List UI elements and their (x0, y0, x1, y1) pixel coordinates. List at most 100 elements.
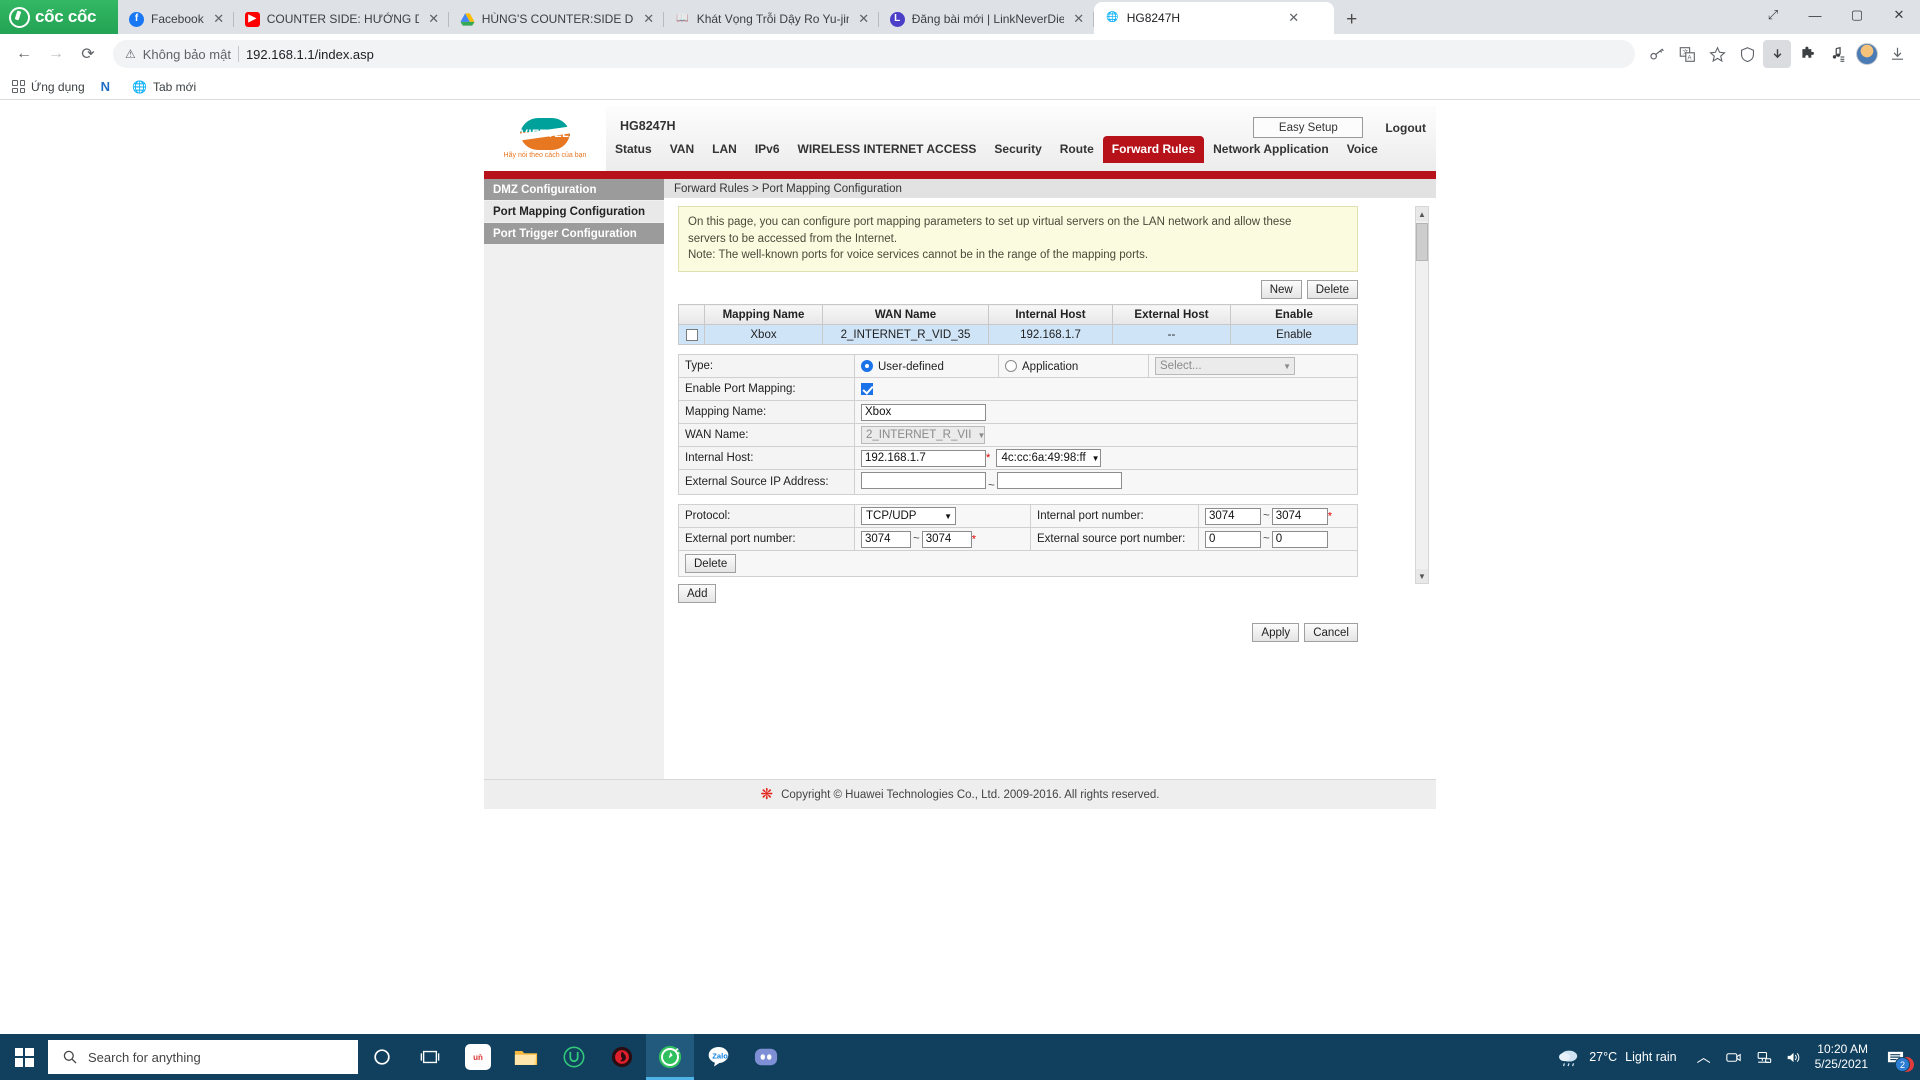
sidebar-item-port-trigger-configuration[interactable]: Port Trigger Configuration (484, 223, 664, 244)
camera-icon[interactable] (1719, 1034, 1749, 1080)
sidebar-item-port-mapping-configuration[interactable]: Port Mapping Configuration (484, 201, 664, 222)
music-playlist-icon[interactable] (1823, 40, 1851, 68)
taskbar-search-box[interactable]: Search for anything (48, 1040, 358, 1074)
type-application-option[interactable]: Application (998, 354, 1149, 379)
delete-rule-button[interactable]: Delete (685, 554, 737, 574)
network-icon[interactable] (1749, 1034, 1779, 1080)
nav-item-wireless-internet-access[interactable]: WIRELESS INTERNET ACCESS (789, 136, 986, 163)
apply-button[interactable]: Apply (1252, 623, 1300, 643)
application-select[interactable]: Select... ▼ (1155, 357, 1295, 376)
protocol-cell[interactable]: TCP/UDP ▼ (854, 504, 1031, 529)
external-port-to-input[interactable]: 3074 (921, 530, 972, 548)
file-explorer-icon[interactable] (502, 1034, 550, 1080)
tab-close-icon[interactable]: ✕ (426, 11, 442, 27)
application-select-cell[interactable]: Select... ▼ (1148, 354, 1358, 379)
bookmark-n[interactable]: N (101, 79, 116, 94)
table-row[interactable]: Xbox 2_INTERNET_R_VID_35 192.168.1.7 -- … (678, 324, 1358, 346)
weather-widget[interactable]: 27°C Light rain (1557, 1047, 1688, 1067)
mapping-name-input[interactable]: Xbox (861, 403, 986, 421)
taskbar-clock[interactable]: 10:20 AM 5/25/2021 (1809, 1042, 1878, 1073)
browser-tab-drive[interactable]: HÙNG'S COUNTER:SIDE DOC ✕ (449, 4, 664, 34)
row-checkbox[interactable] (685, 328, 698, 341)
add-button[interactable]: Add (678, 584, 717, 604)
row-checkbox-cell[interactable] (678, 324, 705, 346)
nav-item-forward-rules[interactable]: Forward Rules (1102, 136, 1205, 163)
zalo-icon[interactable]: Zalo (694, 1034, 742, 1080)
browser-tab-youtube[interactable]: ▶ COUNTER SIDE: HƯỚNG DẪ ✕ (234, 4, 449, 34)
bookmark-star-icon[interactable] (1703, 40, 1731, 68)
translate-icon[interactable]: 文A (1673, 40, 1701, 68)
nav-item-ipv6[interactable]: IPv6 (746, 136, 789, 163)
scrollbar-thumb[interactable] (1416, 223, 1428, 261)
new-tab-button[interactable]: + (1338, 6, 1366, 34)
external-port-cell[interactable]: 3074 ~3074 * (854, 527, 1031, 552)
cancel-button[interactable]: Cancel (1304, 623, 1358, 643)
volume-icon[interactable] (1779, 1034, 1809, 1080)
external-source-port-from-input[interactable]: 0 (1205, 530, 1261, 548)
external-source-port-cell[interactable]: 0 ~0 (1198, 527, 1358, 552)
back-icon[interactable]: ← (9, 39, 39, 69)
maximize-button[interactable]: ▢ (1836, 0, 1878, 30)
tab-close-icon[interactable]: ✕ (211, 11, 227, 27)
browser-tab-book[interactable]: 📖 Khát Vọng Trỗi Dậy Ro Yu-jin ✕ (664, 4, 879, 34)
close-window-button[interactable]: ✕ (1878, 0, 1920, 30)
tab-close-icon[interactable]: ✕ (856, 11, 872, 27)
profile-avatar-icon[interactable] (1853, 40, 1881, 68)
red-app-icon[interactable] (598, 1034, 646, 1080)
internal-port-to-input[interactable]: 3074 (1271, 507, 1328, 525)
scroll-up-arrow-icon[interactable]: ▲ (1416, 207, 1428, 221)
wan-name-select[interactable]: 2_INTERNET_R_VII ▼ (861, 426, 985, 445)
coccoc-brand-logo[interactable]: cốc cốc (0, 0, 118, 34)
protocol-select[interactable]: TCP/UDP ▼ (861, 507, 956, 526)
password-key-icon[interactable] (1643, 40, 1671, 68)
extensions-puzzle-icon[interactable] (1793, 40, 1821, 68)
utorrent-icon[interactable] (550, 1034, 598, 1080)
delete-button[interactable]: Delete (1306, 280, 1358, 300)
reload-icon[interactable]: ⟳ (73, 39, 103, 69)
cortana-icon[interactable] (358, 1034, 406, 1080)
scroll-down-arrow-icon[interactable]: ▼ (1416, 569, 1428, 583)
browser-tab-linkneverdie[interactable]: L Đăng bài mới | LinkNeverDie ✕ (879, 4, 1094, 34)
restore-down-icon[interactable]: ⤢ (1752, 0, 1794, 30)
enable-port-mapping-checkbox[interactable] (861, 383, 873, 395)
external-source-ip-to-input[interactable] (996, 472, 1122, 490)
internal-host-cell[interactable]: 192.168.1.7 * 4c:cc:6a:49:98:ff ▼ (854, 446, 1358, 471)
unikey-icon[interactable]: uǹ (454, 1034, 502, 1080)
discord-icon[interactable]: 1 (742, 1034, 1914, 1080)
forward-icon[interactable]: → (41, 39, 71, 69)
download-arrow-icon[interactable] (1763, 40, 1791, 68)
external-source-port-to-input[interactable]: 0 (1271, 530, 1328, 548)
tab-close-icon[interactable]: ✕ (641, 11, 657, 27)
browser-tab-facebook[interactable]: f Facebook ✕ (118, 4, 234, 34)
address-bar[interactable]: ⚠ Không bảo mật 192.168.1.1/index.asp (113, 40, 1635, 68)
external-source-ip-from-input[interactable] (861, 472, 986, 490)
external-port-from-input[interactable]: 3074 (861, 530, 911, 548)
wan-name-cell[interactable]: 2_INTERNET_R_VII ▼ (854, 423, 1358, 448)
enable-port-mapping-cell[interactable] (854, 377, 1358, 402)
external-source-ip-cell[interactable]: ~ (854, 469, 1358, 496)
sidebar-item-dmz-configuration[interactable]: DMZ Configuration (484, 179, 664, 200)
bookmark-apps[interactable]: Ứng dụng (12, 80, 85, 94)
save-download-icon[interactable] (1883, 40, 1911, 68)
mac-address-select[interactable]: 4c:cc:6a:49:98:ff ▼ (996, 449, 1102, 468)
nav-item-security[interactable]: Security (985, 136, 1050, 163)
notification-center-button[interactable]: 2 (1878, 1034, 1912, 1080)
tab-close-icon[interactable]: ✕ (1071, 11, 1087, 27)
nav-item-voice[interactable]: Voice (1338, 136, 1387, 163)
radio-application[interactable] (1005, 359, 1017, 372)
start-button[interactable] (0, 1034, 48, 1080)
new-button[interactable]: New (1260, 280, 1302, 300)
internal-port-cell[interactable]: 3074 ~3074 * (1198, 504, 1358, 529)
minimize-button[interactable]: — (1794, 0, 1836, 30)
mapping-name-cell[interactable]: Xbox (854, 400, 1358, 425)
nav-item-van[interactable]: VAN (661, 136, 703, 163)
nav-item-network-application[interactable]: Network Application (1204, 136, 1338, 163)
coccoc-icon[interactable] (646, 1034, 694, 1080)
logout-button[interactable]: Logout (1385, 121, 1426, 135)
nav-item-status[interactable]: Status (606, 136, 661, 163)
chevron-up-icon[interactable]: ︿ (1689, 1034, 1719, 1080)
tab-close-icon[interactable]: ✕ (1286, 10, 1302, 26)
easy-setup-button[interactable]: Easy Setup (1253, 117, 1364, 138)
nav-item-lan[interactable]: LAN (703, 136, 746, 163)
task-view-icon[interactable] (406, 1034, 454, 1080)
